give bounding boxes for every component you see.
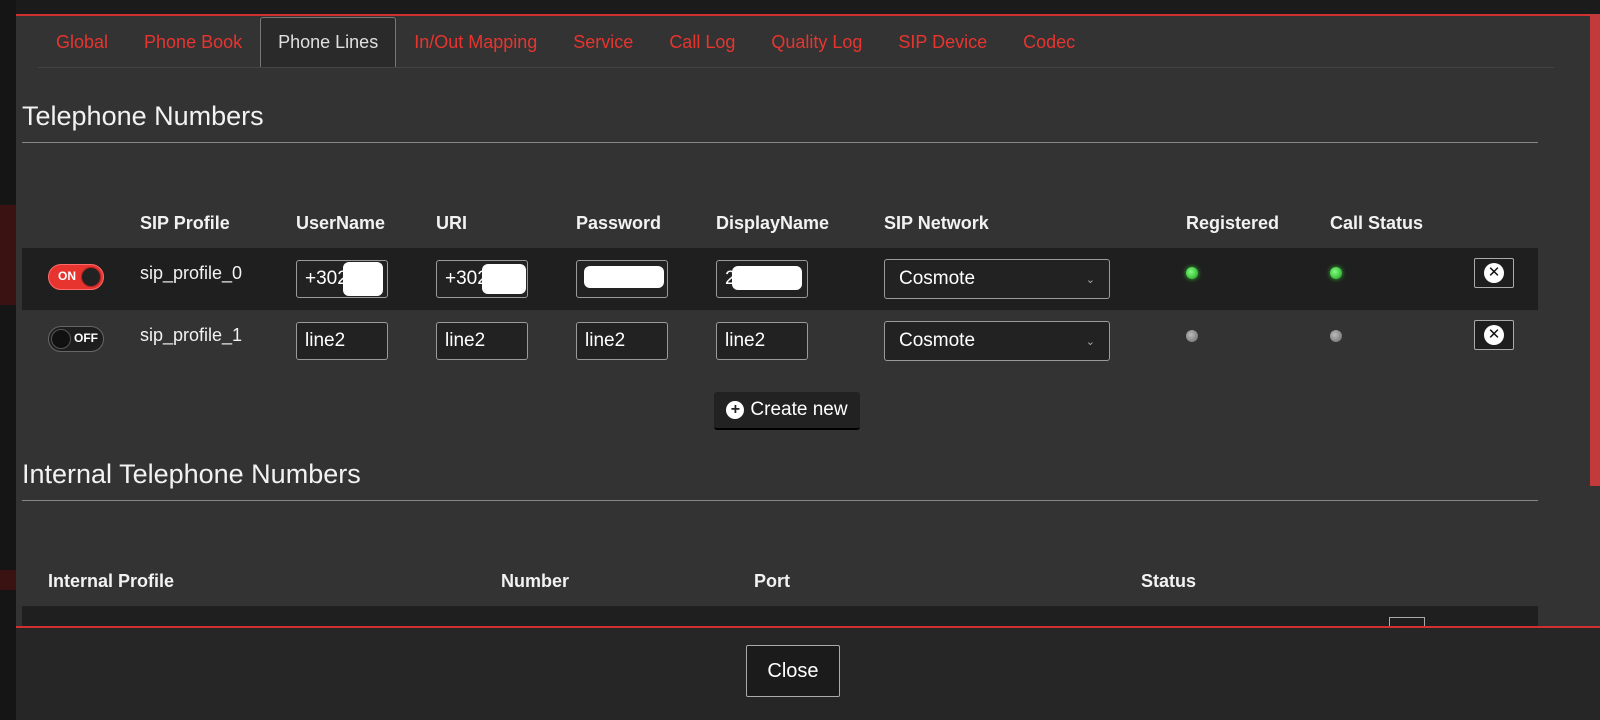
background-accent	[0, 570, 16, 590]
telephone-numbers-heading: Telephone Numbers	[22, 101, 1538, 143]
create-new-button[interactable]: + Create new	[714, 392, 860, 430]
sip-profile-name: sip_profile_0	[140, 263, 243, 283]
redaction-mark	[584, 266, 664, 288]
line-enable-toggle[interactable]: OFF	[48, 326, 104, 352]
call-status-icon	[1330, 267, 1342, 279]
tab-phone-lines[interactable]: Phone Lines	[260, 17, 397, 67]
table-row	[22, 606, 1538, 628]
close-icon: ✕	[1484, 263, 1504, 283]
registered-status-icon	[1186, 330, 1198, 342]
scrollbar[interactable]	[1590, 14, 1600, 486]
close-button[interactable]: Close	[746, 645, 840, 697]
create-new-label: Create new	[750, 399, 848, 420]
chevron-down-icon: ⌄	[1085, 273, 1095, 286]
tab-sip-device[interactable]: SIP Device	[880, 17, 1005, 67]
header-number: Number	[501, 571, 570, 591]
tab-quality-log[interactable]: Quality Log	[753, 17, 880, 67]
toggle-label: ON	[58, 269, 76, 283]
tab-in-out-mapping[interactable]: In/Out Mapping	[396, 17, 555, 67]
tab-call-log[interactable]: Call Log	[651, 17, 753, 67]
registered-status-icon	[1186, 267, 1198, 279]
sip-network-value: Cosmote	[899, 330, 976, 351]
username-field[interactable]	[296, 322, 388, 360]
background-banner	[0, 205, 16, 305]
chevron-down-icon: ⌄	[1085, 335, 1095, 348]
uri-field[interactable]	[436, 322, 528, 360]
header-password: Password	[576, 213, 662, 233]
password-field[interactable]	[576, 322, 668, 360]
header-internal-profile: Internal Profile	[48, 571, 175, 591]
redaction-mark	[482, 264, 526, 294]
tab-bar: Global Phone Book Phone Lines In/Out Map…	[38, 16, 1554, 68]
line-enable-toggle[interactable]: ON	[48, 264, 104, 290]
toggle-label: OFF	[74, 331, 98, 345]
call-status-icon	[1330, 330, 1342, 342]
sip-network-value: Cosmote	[899, 268, 976, 289]
redaction-mark	[343, 262, 383, 296]
header-uri: URI	[436, 213, 467, 233]
delete-line-button[interactable]: ✕	[1474, 320, 1514, 350]
header-registered: Registered	[1186, 213, 1280, 233]
header-port: Port	[754, 571, 790, 591]
header-username: UserName	[296, 213, 386, 233]
background-page	[0, 0, 16, 720]
tab-phone-book[interactable]: Phone Book	[126, 17, 260, 67]
sip-network-select[interactable]: Cosmote ⌄	[884, 321, 1110, 361]
header-call-status: Call Status	[1330, 213, 1424, 233]
header-display-name: DisplayName	[716, 213, 830, 233]
tab-codec[interactable]: Codec	[1005, 17, 1093, 67]
display-name-field[interactable]	[716, 322, 808, 360]
tab-global[interactable]: Global	[38, 17, 126, 67]
redaction-mark	[732, 266, 802, 290]
toggle-knob	[51, 329, 71, 349]
header-status: Status	[1141, 571, 1197, 591]
internal-numbers-heading: Internal Telephone Numbers	[22, 459, 1538, 501]
delete-line-button[interactable]: ✕	[1474, 258, 1514, 288]
tab-service[interactable]: Service	[555, 17, 651, 67]
header-sip-profile: SIP Profile	[140, 213, 230, 233]
header-sip-network: SIP Network	[884, 213, 989, 233]
sip-network-select[interactable]: Cosmote ⌄	[884, 259, 1110, 299]
sip-profile-name: sip_profile_1	[140, 325, 243, 345]
close-icon: ✕	[1484, 325, 1504, 345]
plus-icon: +	[726, 401, 745, 419]
toggle-knob	[81, 267, 101, 287]
